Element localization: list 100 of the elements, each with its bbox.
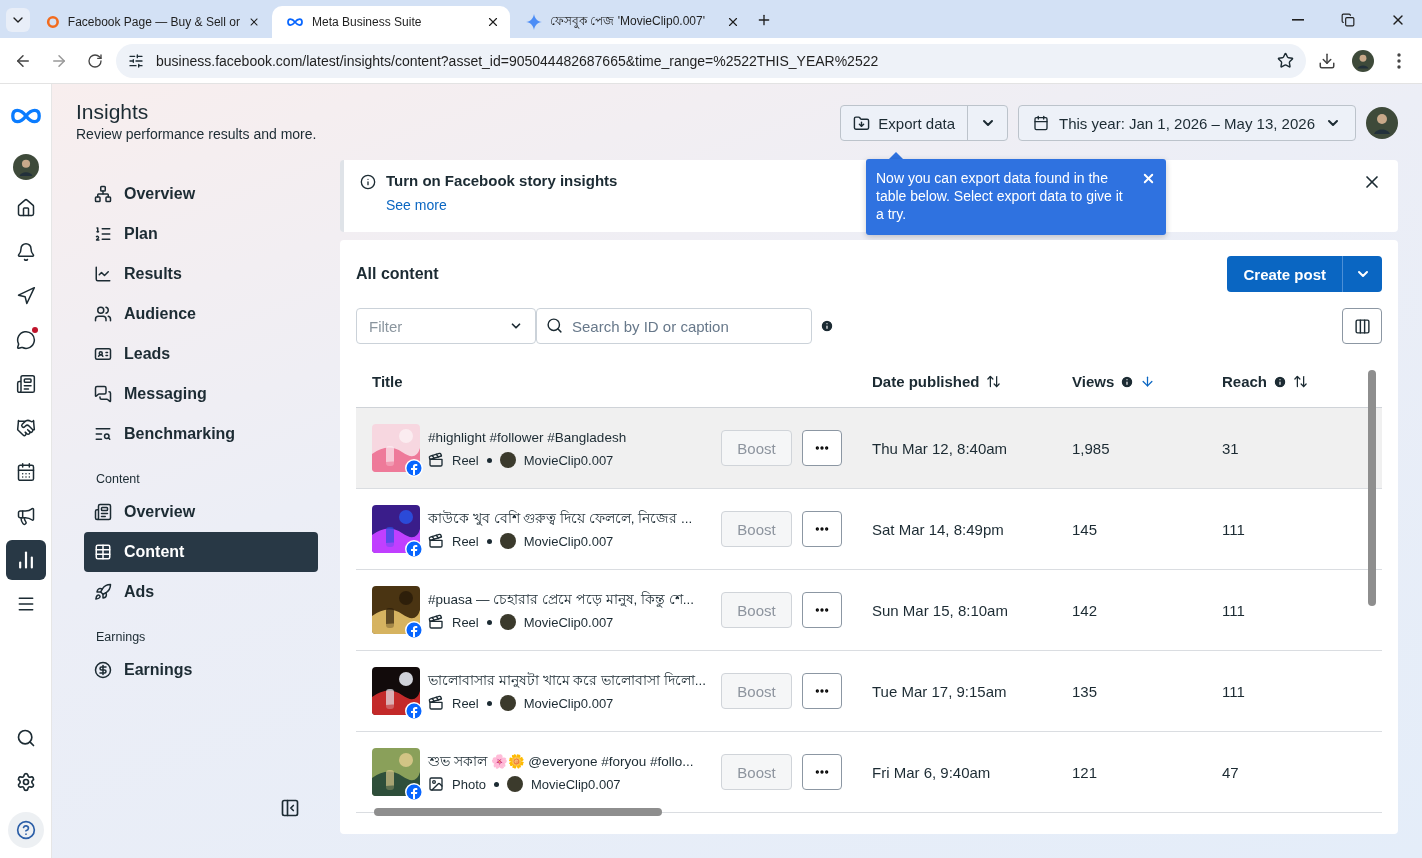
tooltip: Now you can export data found in the table below. Select export data to give it a try.: [866, 159, 1166, 235]
column-header[interactable]: Date published: [856, 373, 1056, 390]
post-caption: #highlight #follower #Bangladesh: [428, 429, 627, 447]
help-button[interactable]: [7, 812, 44, 848]
collapse-panel-icon[interactable]: [280, 798, 300, 818]
calendar-icon: [1033, 115, 1049, 131]
tab-title: Meta Business Suite: [312, 15, 423, 29]
nav-item[interactable]: Messaging: [84, 374, 318, 414]
columns-button[interactable]: [1342, 308, 1382, 344]
close-icon[interactable]: [726, 15, 740, 29]
scrollbar[interactable]: [374, 808, 662, 816]
more-button[interactable]: [802, 754, 842, 790]
tab-title: ফেসবুক পেজ 'MovieClip0.007': [550, 13, 706, 31]
table-row[interactable]: কাউকে খুব বেশি গুরুত্ব দিয়ে ফেললে, নিজের ... Reel MovieClip0.007 Boost Sat Mar 14, 8:49pm 145 111: [356, 489, 1382, 570]
browser-tab[interactable]: ফেসবুক পেজ 'MovieClip0.007': [512, 6, 750, 38]
help-icon: [15, 820, 36, 840]
tab-list-button[interactable]: [6, 8, 30, 32]
reel-icon: [428, 452, 444, 468]
column-header[interactable]: Views: [1056, 373, 1206, 390]
column-header[interactable]: Title: [356, 373, 856, 390]
calendar-icon: [15, 462, 36, 482]
see-more-link[interactable]: See more: [386, 197, 447, 213]
table-cell-text: 47: [1221, 763, 1240, 781]
page-name: MovieClip0.007: [523, 452, 614, 468]
table-cell-text: Sun Mar 15, 8:10am: [871, 601, 1009, 619]
page-name: MovieClip0.007: [531, 776, 621, 792]
table-cell-text: Fri Mar 6, 9:40am: [871, 763, 992, 781]
nav-section-heading: Earnings: [95, 629, 147, 646]
banner-title: Turn on Facebook story insights: [386, 172, 618, 189]
bookmark-icon[interactable]: [1277, 52, 1294, 69]
browser-tab[interactable]: Meta Business Suite: [272, 6, 510, 38]
avatar[interactable]: [1352, 49, 1374, 72]
kebab-icon: [1397, 52, 1401, 69]
site-settings-icon[interactable]: [128, 52, 144, 69]
bell-icon: [15, 242, 36, 262]
sort-arrows-icon[interactable]: [1293, 374, 1309, 389]
post-caption: #puasa — চেহারার প্রেমে পড়ে মানুষ, কিন্তু শে...: [428, 590, 695, 610]
table-cell-text: 135: [1071, 682, 1099, 700]
more-button[interactable]: [802, 673, 842, 709]
nav-item[interactable]: Content: [84, 532, 318, 572]
info-icon[interactable]: [820, 319, 834, 333]
create-post-button[interactable]: Create post: [1227, 256, 1382, 292]
nav-item[interactable]: Leads: [84, 334, 318, 374]
sparkle-icon: [526, 14, 542, 30]
table-icon: [94, 543, 112, 561]
table-row[interactable]: #puasa — চেহারার প্রেমে পড়ে মানুষ, কিন্তু শে... Reel MovieClip0.007 Boost Sun Mar 15, 8:10am 142 111: [356, 570, 1382, 651]
nav-item[interactable]: Results: [84, 254, 318, 294]
nav-item[interactable]: Overview: [84, 492, 318, 532]
info-icon: [360, 174, 376, 190]
navigation-icon: [15, 286, 36, 306]
nav-item[interactable]: Earnings: [84, 650, 318, 690]
reel-icon: [428, 614, 444, 630]
avatar[interactable]: [1366, 107, 1398, 139]
table-row[interactable]: #highlight #follower #Bangladesh Reel MovieClip0.007 Boost Thu Mar 12, 8:40am 1,985 31: [356, 408, 1382, 489]
page-name: MovieClip0.007: [523, 614, 614, 630]
scrollbar[interactable]: [1368, 370, 1376, 606]
download-folder-icon: [853, 114, 871, 132]
column-header[interactable]: Reach: [1206, 373, 1382, 390]
table-cell-text: 1,985: [1071, 439, 1111, 457]
nav-item[interactable]: Audience: [84, 294, 318, 334]
nav-item[interactable]: Ads: [84, 572, 318, 612]
url-text: business.facebook.com/latest/insights/content?asset_id=905044482687665&time_range=%2522THIS_YEAR%2522: [156, 52, 880, 69]
columns-icon: [1353, 317, 1371, 335]
nav-item[interactable]: Benchmarking: [84, 414, 318, 454]
newspaper-icon: [94, 503, 112, 521]
export-button[interactable]: Export data: [840, 105, 1008, 141]
close-icon[interactable]: [486, 15, 500, 29]
date-range-button[interactable]: This year: Jan 1, 2026 – May 13, 2026: [1018, 105, 1356, 141]
table-cell-text: Sat Mar 14, 8:49pm: [871, 520, 1005, 538]
rocket-icon: [94, 583, 112, 601]
meta-logo[interactable]: [8, 106, 43, 126]
card-title: All content: [356, 265, 439, 283]
nav-item[interactable]: Overview: [84, 174, 318, 214]
table-cell-text: Thu Mar 12, 8:40am: [871, 439, 1009, 457]
post-caption: কাউকে খুব বেশি গুরুত্ব দিয়ে ফেললে, নিজের ...: [428, 509, 693, 528]
more-button[interactable]: [802, 511, 842, 547]
table-cell-text: 121: [1071, 763, 1099, 781]
search-field[interactable]: Search by ID or caption: [536, 308, 812, 344]
table-cell-text: Tue Mar 17, 9:15am: [871, 682, 1008, 700]
table-cell-text: 31: [1221, 439, 1240, 457]
sort-arrow-icon[interactable]: [1140, 374, 1156, 389]
reel-icon: [428, 695, 444, 711]
newspaper-icon: [15, 374, 36, 394]
browser-tab[interactable]: Facebook Page — Buy & Sell or: [32, 6, 270, 38]
table-row[interactable]: ভালোবাসার মানুষটা খামে করে ভালোবাসা দিলো... Reel MovieClip0.007 Boost Tue Mar 17, 9:15am 135 111: [356, 651, 1382, 732]
nav-section-heading: Content: [95, 471, 141, 488]
megaphone-icon: [15, 506, 36, 526]
facebook-icon: [405, 621, 423, 639]
chat-bubbles-icon: [94, 385, 112, 403]
circle-icon: [46, 14, 60, 30]
rail-button[interactable]: [5, 540, 46, 580]
list-icon: [94, 225, 112, 243]
sort-arrows-icon[interactable]: [985, 374, 1001, 389]
nav-item[interactable]: Plan: [84, 214, 318, 254]
address-bar[interactable]: business.facebook.com/latest/insights/content?asset_id=905044482687665&time_range=%2522THIS_YEAR%2522: [116, 43, 1306, 78]
page-avatar: [499, 614, 516, 630]
avatar[interactable]: [12, 154, 39, 180]
more-button[interactable]: [802, 592, 842, 628]
people-icon: [94, 305, 112, 323]
more-button[interactable]: [802, 430, 842, 466]
